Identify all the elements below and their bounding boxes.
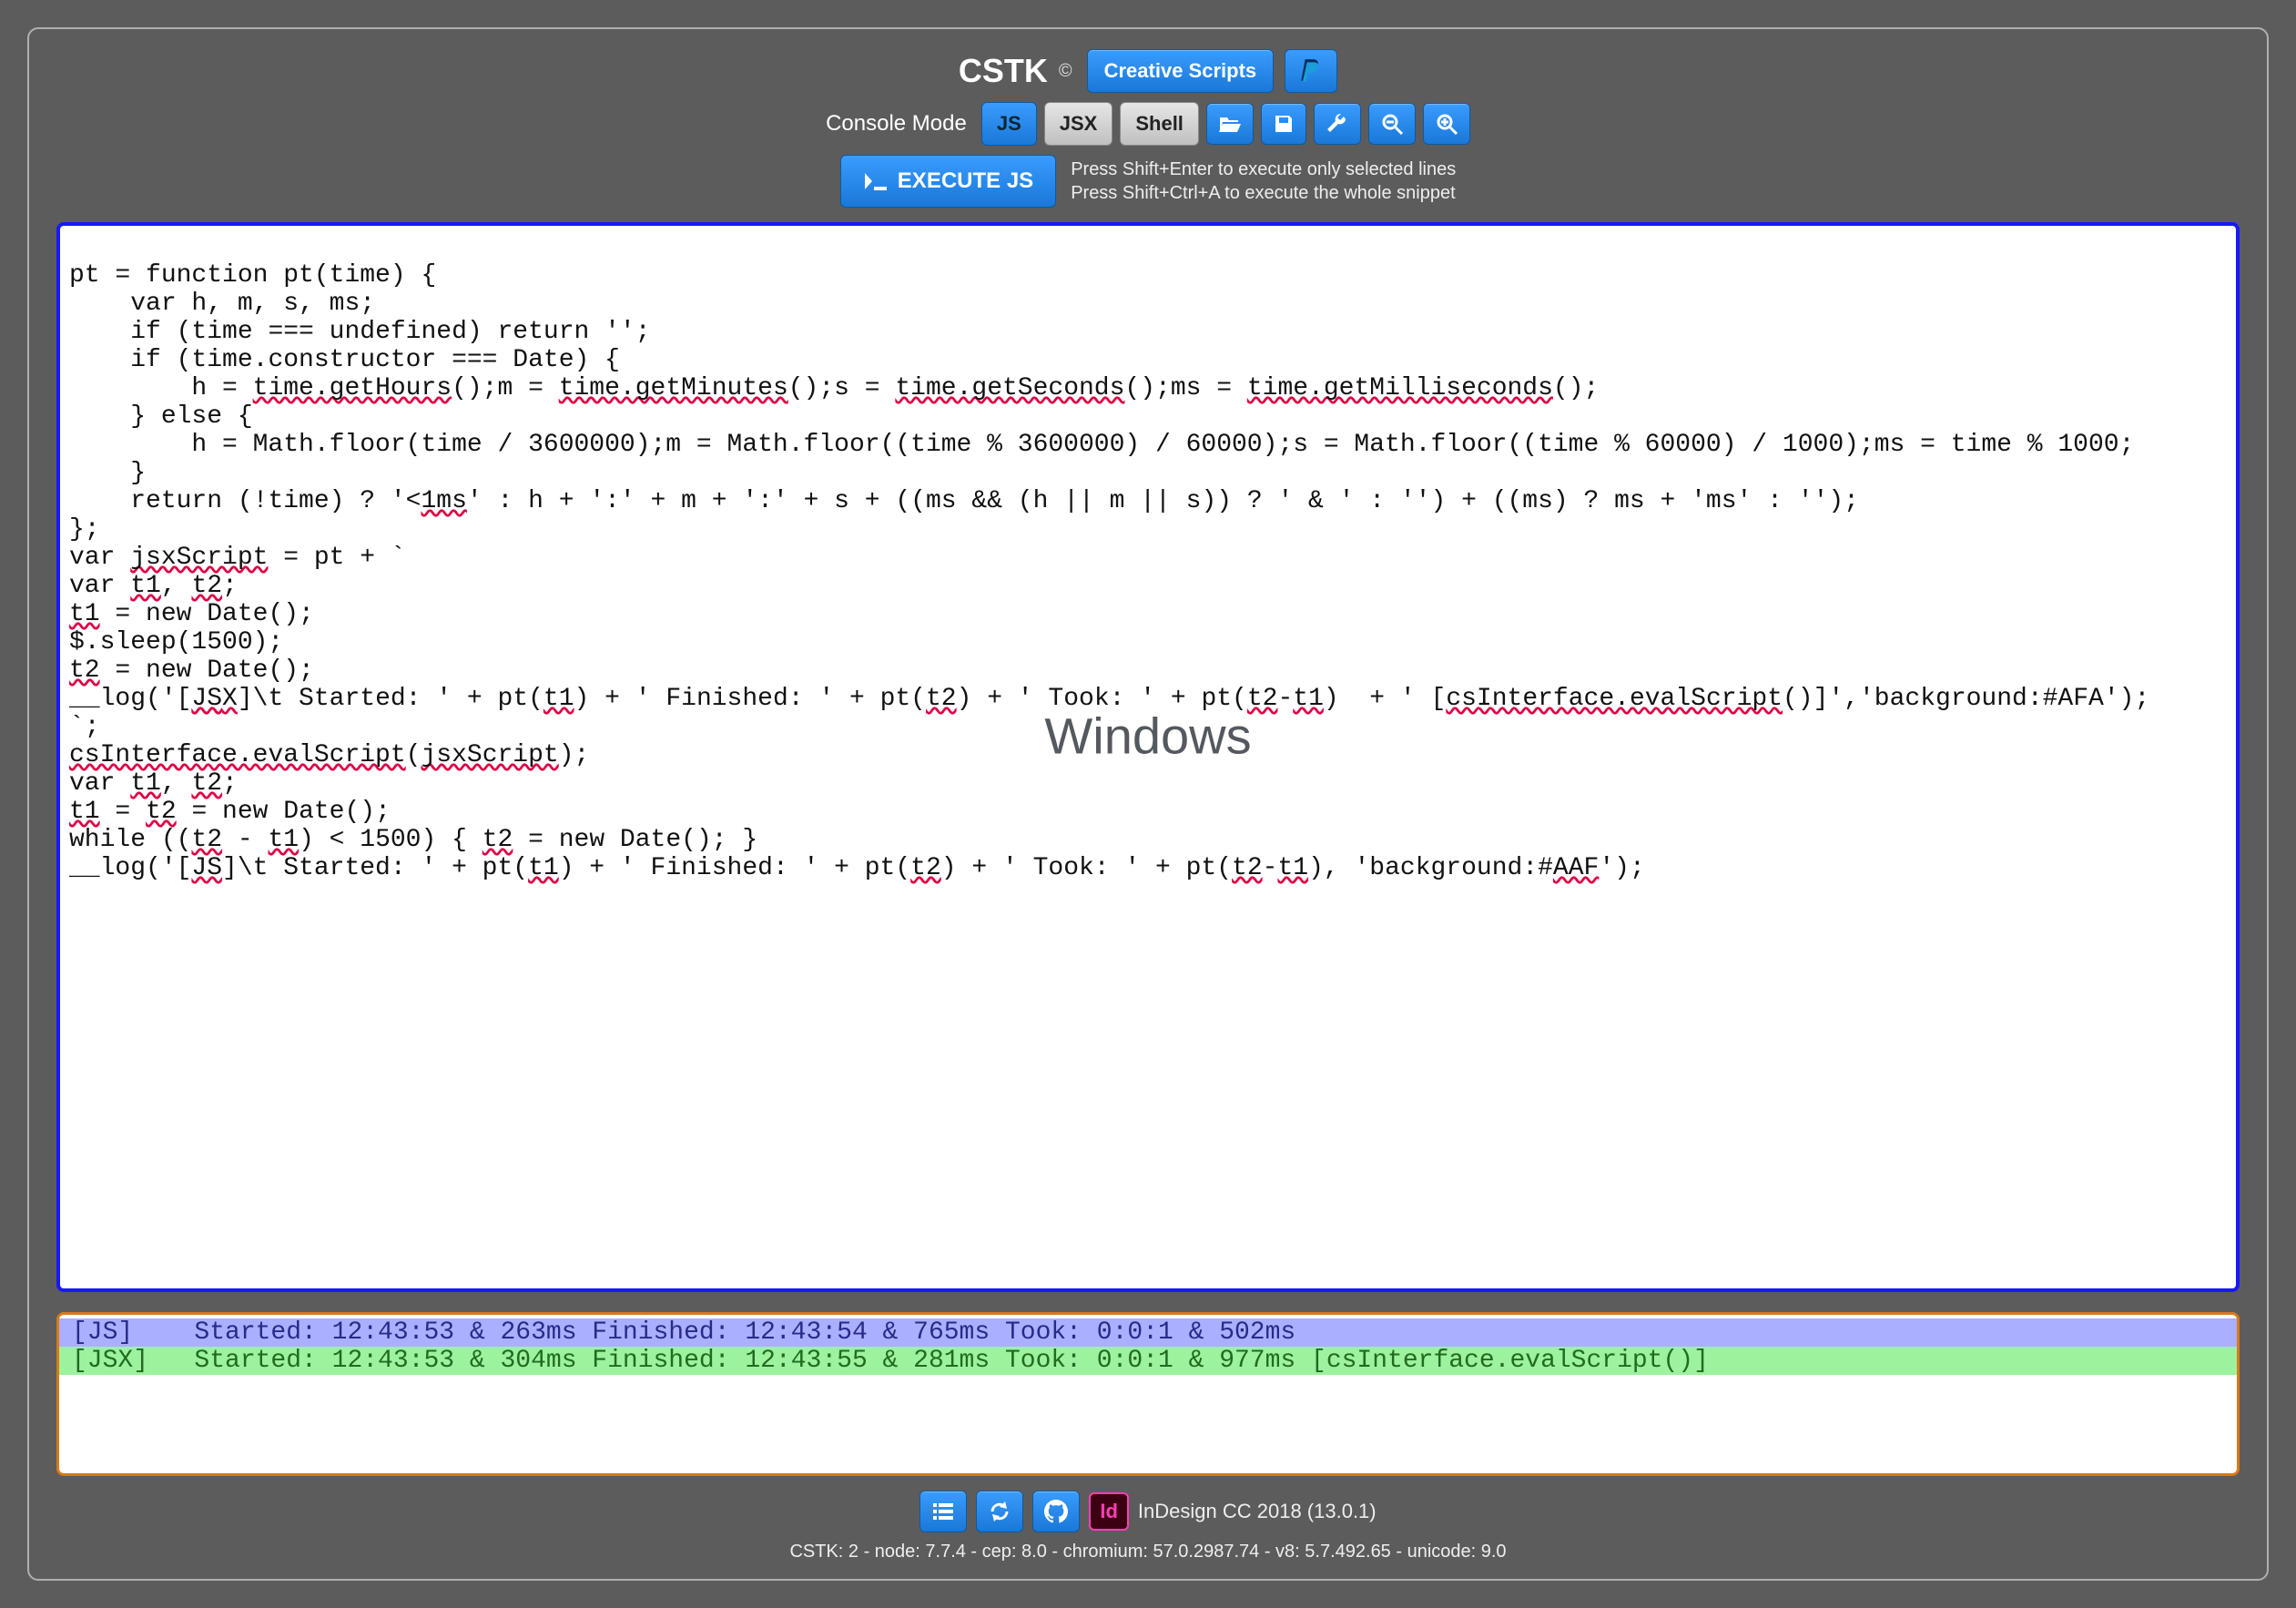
prompt-icon [863, 171, 889, 191]
settings-button[interactable] [1314, 103, 1361, 145]
zoom-in-icon [1435, 112, 1458, 136]
list-icon [931, 1501, 955, 1521]
header-row-1: CSTK © Creative Scripts [56, 49, 2240, 93]
app-version-label: InDesign CC 2018 (13.0.1) [1138, 1500, 1377, 1523]
indesign-icon: Id [1100, 1500, 1118, 1523]
open-button[interactable] [1206, 103, 1254, 145]
refresh-button[interactable] [976, 1491, 1023, 1532]
hint-line-2: Press Shift+Ctrl+A to execute the whole … [1071, 181, 1456, 205]
folder-open-icon [1218, 114, 1242, 134]
console-mode-label: Console Mode [826, 111, 967, 137]
main-panel: CSTK © Creative Scripts Console Mode JS … [27, 27, 2269, 1581]
execute-hints: Press Shift+Enter to execute only select… [1071, 158, 1456, 205]
header-row-3: EXECUTE JS Press Shift+Enter to execute … [56, 155, 2240, 208]
zoom-out-button[interactable] [1368, 103, 1416, 145]
github-icon [1044, 1500, 1068, 1523]
header-row-2: Console Mode JS JSX Shell [56, 102, 2240, 146]
paypal-button[interactable] [1285, 49, 1337, 93]
execute-button[interactable]: EXECUTE JS [840, 155, 1056, 208]
output-line-js: [JS] Started: 12:43:53 & 263ms Finished:… [59, 1318, 2237, 1347]
app-title: CSTK [959, 52, 1048, 90]
mode-button-jsx[interactable]: JSX [1044, 102, 1113, 146]
footer-version-line: CSTK: 2 - node: 7.7.4 - cep: 8.0 - chrom… [56, 1542, 2240, 1562]
watermark-label: Windows [1044, 707, 1251, 766]
footer-row-1: Id InDesign CC 2018 (13.0.1) [56, 1491, 2240, 1532]
save-icon [1273, 113, 1295, 135]
zoom-out-icon [1380, 112, 1404, 136]
zoom-in-button[interactable] [1423, 103, 1470, 145]
app-id-badge: Id [1089, 1492, 1129, 1531]
paypal-icon [1298, 57, 1324, 85]
footer: Id InDesign CC 2018 (13.0.1) CSTK: 2 - n… [56, 1491, 2240, 1562]
hint-line-1: Press Shift+Enter to execute only select… [1071, 158, 1456, 181]
creative-scripts-button[interactable]: Creative Scripts [1087, 49, 1275, 93]
output-console[interactable]: [JS] Started: 12:43:53 & 263ms Finished:… [56, 1312, 2240, 1476]
code-editor[interactable]: pt = function pt(time) { var h, m, s, ms… [56, 222, 2240, 1292]
save-button[interactable] [1261, 103, 1306, 145]
wrench-icon [1326, 112, 1349, 136]
execute-label: EXECUTE JS [898, 168, 1033, 194]
mode-button-shell[interactable]: Shell [1120, 102, 1199, 146]
github-button[interactable] [1032, 1491, 1080, 1532]
output-line-jsx: [JSX] Started: 12:43:53 & 304ms Finished… [59, 1347, 2237, 1375]
copyright-label: © [1059, 61, 1072, 82]
list-button[interactable] [919, 1491, 967, 1532]
code-content: pt = function pt(time) { var h, m, s, ms… [69, 261, 2149, 882]
refresh-icon [988, 1500, 1011, 1523]
mode-button-js[interactable]: JS [981, 102, 1037, 146]
